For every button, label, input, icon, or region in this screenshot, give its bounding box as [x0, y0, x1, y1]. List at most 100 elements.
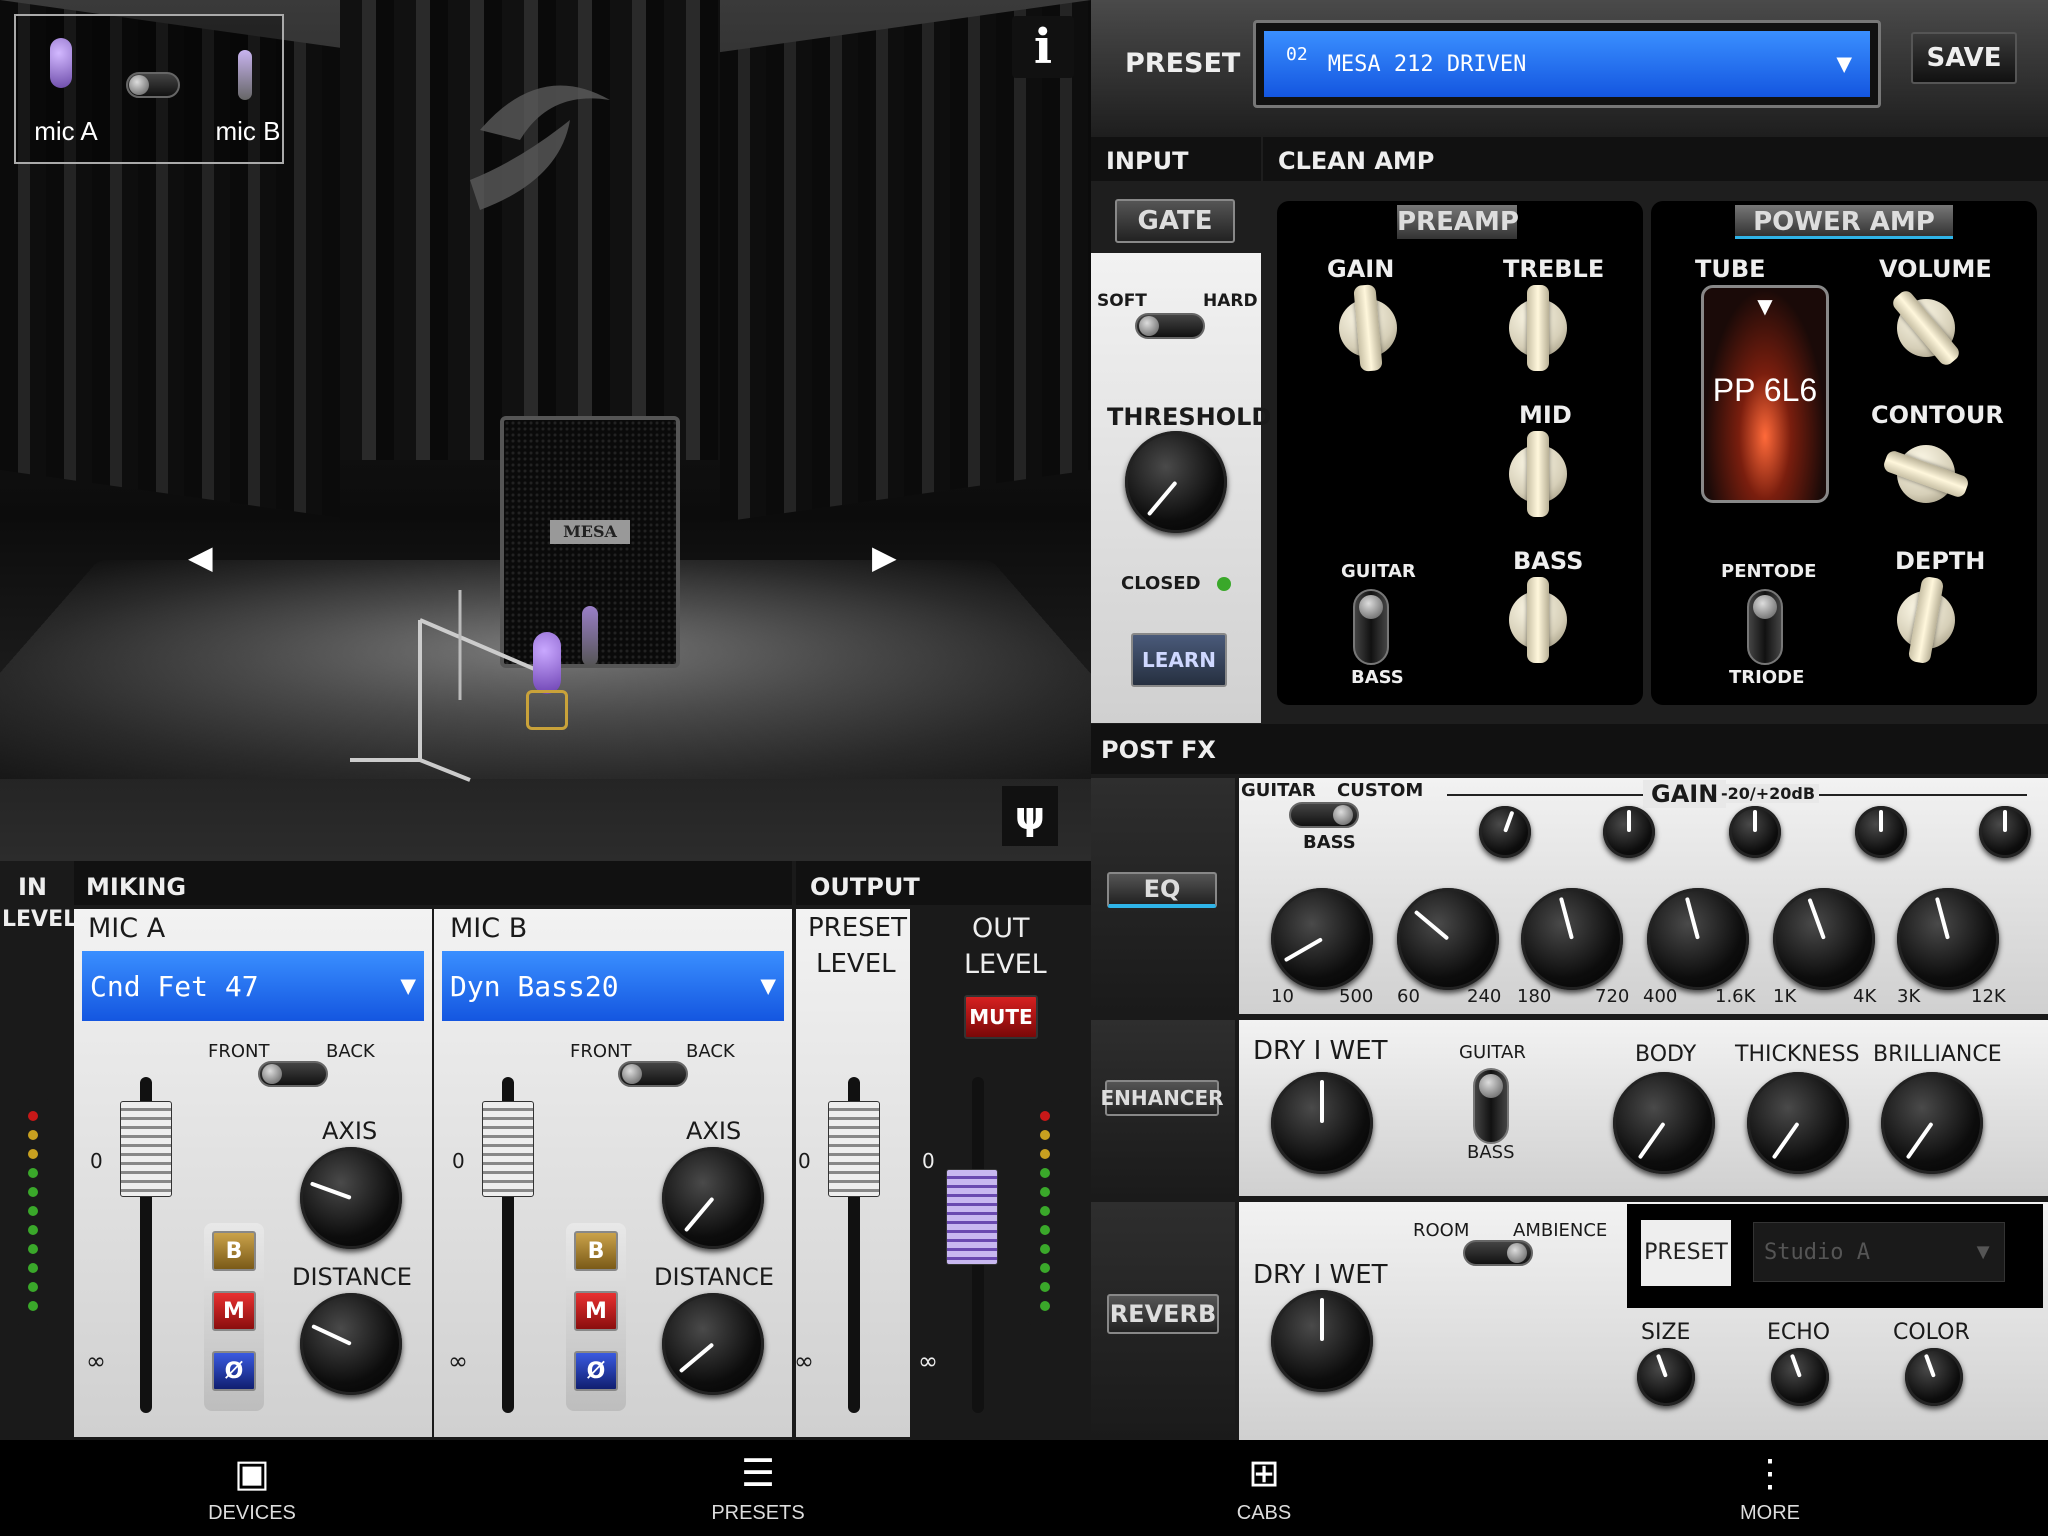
info-button[interactable]: i [1012, 16, 1074, 78]
mute-button[interactable]: MUTE [964, 995, 1038, 1039]
next-cab-arrow-icon[interactable]: ▶ [872, 538, 897, 576]
gate-closed-led [1217, 577, 1231, 591]
brilliance-knob[interactable] [1881, 1072, 1983, 1174]
mic-a-m-button[interactable]: M [212, 1291, 256, 1331]
eq-band6-gain-knob[interactable] [1979, 806, 2031, 858]
mic-a-placed[interactable] [533, 632, 561, 694]
nav-devices[interactable]: ▣ DEVICES [152, 1448, 352, 1528]
mic-b-axis-label: AXIS [686, 1117, 742, 1145]
meter-led [28, 1282, 38, 1292]
eq-band1-freq-knob[interactable] [1271, 888, 1373, 990]
mic-ab-toggle[interactable] [126, 72, 180, 98]
preset-level-zero-mark: 0 [798, 1149, 811, 1173]
enhancer-dry-wet-knob[interactable] [1271, 1072, 1373, 1174]
tube-label: TUBE [1695, 255, 1766, 283]
gate-button[interactable]: GATE [1115, 199, 1235, 243]
mic-a-title: MIC A [88, 913, 166, 944]
mic-b-fader[interactable] [482, 1101, 534, 1197]
prev-cab-arrow-icon[interactable]: ◀ [188, 538, 213, 576]
mic-selector-box[interactable]: mic A mic B [14, 14, 284, 164]
more-dots-icon: ⋮ [1751, 1452, 1789, 1495]
enhancer-guitar-label: GUITAR [1459, 1042, 1526, 1063]
mic-b-model-select[interactable]: Dyn Bass20 ▼ [442, 951, 784, 1021]
thickness-knob[interactable] [1747, 1072, 1849, 1174]
enhancer-guitar-bass-switch[interactable] [1473, 1068, 1509, 1144]
room-ambience-toggle[interactable] [1463, 1240, 1533, 1266]
room-label: ROOM [1413, 1220, 1470, 1241]
size-knob[interactable] [1637, 1348, 1695, 1406]
color-knob[interactable] [1905, 1348, 1963, 1406]
eq-band5-gain-knob[interactable] [1855, 806, 1907, 858]
mic-b-m-button[interactable]: M [574, 1291, 618, 1331]
mic-b-front-back-toggle[interactable] [618, 1061, 688, 1087]
post-fx-header-bar [1091, 724, 2048, 774]
mic-b-placed[interactable] [582, 606, 598, 666]
preset-level-fader[interactable] [828, 1101, 880, 1197]
mid-knob[interactable] [1509, 445, 1567, 503]
mic-b-axis-knob[interactable] [662, 1147, 764, 1249]
eq-band4-freq-knob[interactable] [1647, 888, 1749, 990]
nav-devices-label: DEVICES [208, 1501, 296, 1524]
mic-a-front-back-toggle[interactable] [258, 1061, 328, 1087]
guitar-bass-switch[interactable] [1353, 589, 1389, 665]
save-button[interactable]: SAVE [1911, 32, 2017, 84]
mic-a-phase-button[interactable]: Ø [212, 1351, 256, 1391]
nav-cabs[interactable]: ⊞ CABS [1164, 1448, 1364, 1528]
eq-band2-freq-knob[interactable] [1397, 888, 1499, 990]
eq-band3-freq-knob[interactable] [1521, 888, 1623, 990]
mic-a-front-label: FRONT [208, 1041, 270, 1062]
out-level-fader[interactable] [946, 1169, 998, 1265]
volume-knob[interactable] [1897, 299, 1955, 357]
gate-soft-hard-toggle[interactable] [1135, 313, 1205, 339]
mic-b-label: mic B [215, 116, 281, 146]
reverb-dry-wet-knob[interactable] [1271, 1290, 1373, 1392]
tuner-fork-icon[interactable]: ψ [1002, 786, 1058, 846]
eq-band3-gain-knob[interactable] [1603, 806, 1655, 858]
eq-band6-freq-knob[interactable] [1897, 888, 1999, 990]
eq-band2-gain-knob[interactable] [1479, 806, 1531, 858]
learn-button[interactable]: LEARN [1131, 633, 1227, 687]
mic-a-fader[interactable] [120, 1101, 172, 1197]
meter-led [28, 1244, 38, 1254]
reverb-button[interactable]: REVERB [1107, 1294, 1219, 1334]
eq-band5-freq-knob[interactable] [1773, 888, 1875, 990]
eq-band4-gain-knob[interactable] [1729, 806, 1781, 858]
mic-b-phase-button[interactable]: Ø [574, 1351, 618, 1391]
tube-selector[interactable]: ▼ PP 6L6 [1701, 285, 1829, 503]
eq-band2-hi: 240 [1467, 986, 1502, 1007]
preset-select[interactable]: 02 MESA 212 DRIVEN ▼ [1264, 31, 1870, 97]
mic-a-distance-knob[interactable] [300, 1293, 402, 1395]
mic-b-distance-knob[interactable] [662, 1293, 764, 1395]
nav-presets[interactable]: ☰ PRESETS [658, 1448, 858, 1528]
mic-a-b-button[interactable]: B [212, 1231, 256, 1271]
bass-label: BASS [1513, 547, 1584, 575]
reverb-preset-select[interactable]: Studio A ▼ [1753, 1222, 2005, 1282]
meter-led [1040, 1225, 1050, 1235]
mixer-section: IN LEVEL MIKING MIC A Cnd Fet 47 ▼ FRONT… [0, 861, 1091, 1440]
pentode-triode-switch[interactable] [1747, 589, 1783, 665]
bass-knob[interactable] [1509, 591, 1567, 649]
treble-knob[interactable] [1509, 299, 1567, 357]
eq-mode-toggle[interactable] [1289, 802, 1359, 828]
enhancer-button[interactable]: ENHANCER [1100, 1080, 1224, 1116]
echo-knob[interactable] [1771, 1348, 1829, 1406]
studio-view[interactable]: MESA mic A mic B i ◀ ▶ ψ [0, 0, 1091, 861]
right-curtain [720, 0, 1091, 523]
mic-a-back-label: BACK [326, 1041, 375, 1062]
contour-label: CONTOUR [1871, 401, 2004, 429]
gain-knob[interactable] [1339, 299, 1397, 357]
output-header: OUTPUT [810, 873, 920, 901]
contour-knob[interactable] [1897, 445, 1955, 503]
preset-bar: PRESET 02 MESA 212 DRIVEN ▼ SAVE [1091, 0, 2048, 137]
enhancer-bass-label: BASS [1467, 1142, 1515, 1163]
mic-a-axis-knob[interactable] [300, 1147, 402, 1249]
threshold-knob[interactable] [1125, 431, 1227, 533]
eq-button[interactable]: EQ [1107, 872, 1217, 908]
body-knob[interactable] [1613, 1072, 1715, 1174]
nav-more[interactable]: ⋮ MORE [1670, 1448, 1870, 1528]
mic-a-model-select[interactable]: Cnd Fet 47 ▼ [82, 951, 424, 1021]
depth-knob[interactable] [1897, 591, 1955, 649]
mic-b-b-button[interactable]: B [574, 1231, 618, 1271]
preset-level-inf-mark: ∞ [794, 1347, 814, 1375]
brand-logo-icon [470, 85, 610, 210]
